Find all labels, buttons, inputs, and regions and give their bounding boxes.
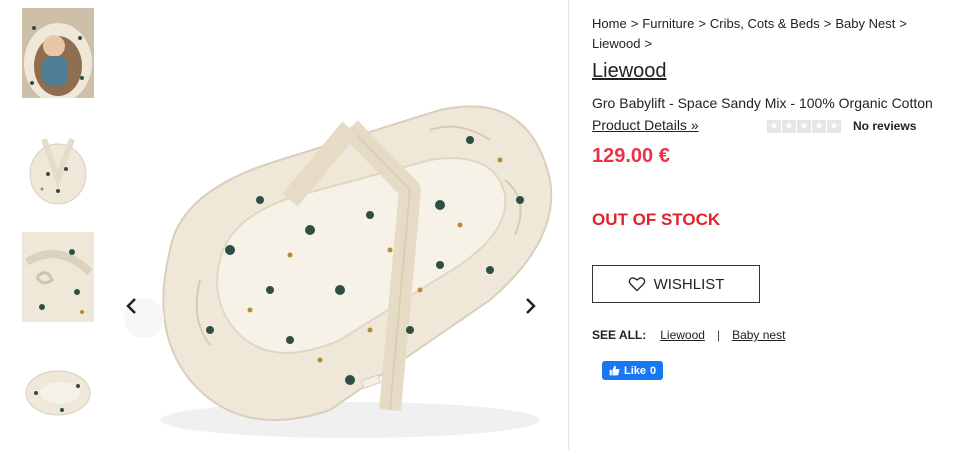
thumbs-up-icon	[609, 365, 620, 376]
star-icon: ★	[797, 119, 811, 133]
star-rating: ★ ★ ★ ★ ★	[767, 119, 841, 133]
thumbnail-baby-in-nest[interactable]	[22, 8, 94, 98]
breadcrumb-furniture[interactable]: Furniture	[642, 16, 694, 31]
thumbnail-nest-top[interactable]	[22, 348, 94, 438]
see-all-separator: |	[716, 328, 721, 342]
facebook-like-button[interactable]: Like 0	[602, 361, 664, 380]
product-price: 129.00 €	[592, 145, 670, 167]
see-all-links: SEE ALL: Liewood | Baby nest	[592, 328, 785, 342]
product-details-link[interactable]: Product Details »	[592, 117, 699, 133]
star-icon: ★	[767, 119, 781, 133]
rating-summary[interactable]: ★ ★ ★ ★ ★ No reviews	[767, 119, 916, 133]
star-icon: ★	[782, 119, 796, 133]
heart-outline-icon	[628, 277, 645, 292]
stock-status: OUT OF STOCK	[592, 210, 721, 229]
see-all-category-link[interactable]: Baby nest	[732, 328, 785, 342]
thumbnail-nest-detail[interactable]	[22, 232, 94, 322]
thumbnail-nest-front[interactable]	[22, 119, 94, 209]
brand-link[interactable]: Liewood	[592, 60, 667, 83]
chevron-right-icon	[526, 298, 536, 314]
reviews-count: No reviews	[853, 119, 917, 133]
breadcrumb-separator: >	[644, 36, 653, 51]
breadcrumb-separator: >	[899, 16, 907, 31]
star-icon: ★	[827, 119, 841, 133]
product-title: Gro Babylift - Space Sandy Mix - 100% Or…	[592, 95, 933, 111]
next-image-button[interactable]	[522, 298, 560, 338]
breadcrumb-cribs[interactable]: Cribs, Cots & Beds	[710, 16, 820, 31]
star-icon: ★	[812, 119, 826, 133]
see-all-brand-link[interactable]: Liewood	[660, 328, 705, 342]
like-count: 0	[650, 364, 657, 377]
wishlist-label: WISHLIST	[653, 275, 725, 293]
baby-nest-illustration	[110, 0, 560, 450]
breadcrumb-home[interactable]: Home	[592, 16, 627, 31]
see-all-label: SEE ALL:	[592, 328, 647, 342]
breadcrumb-baby-nest[interactable]: Baby Nest	[835, 16, 895, 31]
like-label: Like	[624, 364, 647, 377]
breadcrumb-separator: >	[630, 16, 639, 31]
previous-image-button[interactable]	[124, 298, 164, 338]
breadcrumb-separator: >	[823, 16, 832, 31]
column-divider	[568, 0, 569, 450]
main-product-image	[110, 0, 560, 450]
breadcrumb-liewood[interactable]: Liewood	[592, 36, 640, 51]
breadcrumb: Home > Furniture > Cribs, Cots & Beds > Baby N…	[592, 14, 922, 54]
breadcrumb-separator: >	[698, 16, 706, 31]
wishlist-button[interactable]: WISHLIST	[592, 265, 760, 303]
chevron-left-icon	[126, 298, 136, 314]
